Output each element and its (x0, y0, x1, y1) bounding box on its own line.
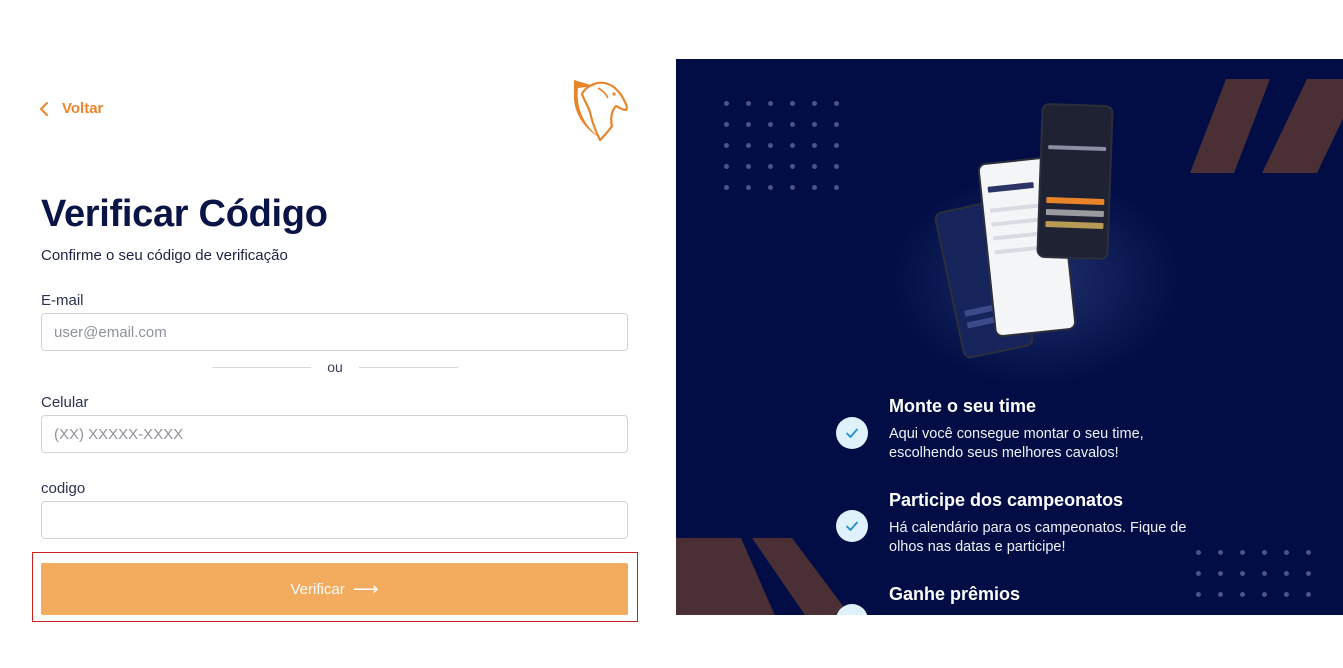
feature-text-line: olhos nas datas e participe! (889, 539, 1066, 555)
page-subtitle: Confirme o seu código de verificação (41, 247, 288, 264)
feature-item: Participe dos campeonatos Há calendário … (889, 490, 1219, 557)
feature-text: Há calendário para os campeonatos. Fique… (889, 519, 1219, 557)
feature-text-line: Aqui você consegue montar o seu time, (889, 426, 1144, 442)
divider-line-right (358, 366, 459, 368)
feature-item: Monte o seu time Aqui você consegue mont… (889, 396, 1219, 463)
email-label: E-mail (41, 292, 84, 309)
feature-text-line: escolhendo seus melhores cavalos! (889, 445, 1119, 461)
verify-button[interactable]: Verificar ⟶ (41, 563, 628, 615)
or-divider: ou (212, 357, 459, 377)
chevron-left-icon (40, 101, 48, 116)
app-phones-illustration (933, 102, 1136, 364)
code-label: codigo (41, 480, 86, 497)
code-input[interactable] (41, 501, 628, 539)
email-input[interactable] (41, 313, 628, 351)
phone-mockup-right (1036, 102, 1114, 261)
feature-text-line: Há calendário para os campeonatos. Fique… (889, 520, 1187, 536)
promo-panel: Monte o seu time Aqui você consegue mont… (676, 59, 1343, 615)
horse-shield-logo (574, 80, 628, 142)
verify-button-label: Verificar (290, 580, 345, 598)
back-link[interactable]: Voltar (38, 100, 103, 117)
feature-title: Ganhe prêmios (889, 584, 1021, 604)
arrow-right-icon: ⟶ (352, 579, 379, 599)
feature-item: Ganhe prêmios (889, 584, 1219, 613)
feature-title: Monte o seu time (889, 396, 1037, 416)
divider-line-left (212, 366, 312, 368)
phone-input[interactable] (41, 415, 628, 453)
page-title: Verificar Código (41, 193, 328, 235)
dot-pattern-top-left (724, 101, 840, 190)
back-label: Voltar (62, 100, 104, 117)
feature-text: Aqui você consegue montar o seu time, es… (889, 425, 1219, 463)
feature-title: Participe dos campeonatos (889, 490, 1124, 510)
check-icon (836, 417, 868, 449)
check-icon (836, 510, 868, 542)
divider-label: ou (327, 359, 343, 375)
verification-panel: Voltar Verificar Código Confirme o seu c… (0, 0, 676, 668)
phone-label: Celular (41, 394, 89, 411)
decor-stripe-top-1 (1190, 79, 1270, 173)
decor-stripe-top-2 (1262, 79, 1343, 173)
